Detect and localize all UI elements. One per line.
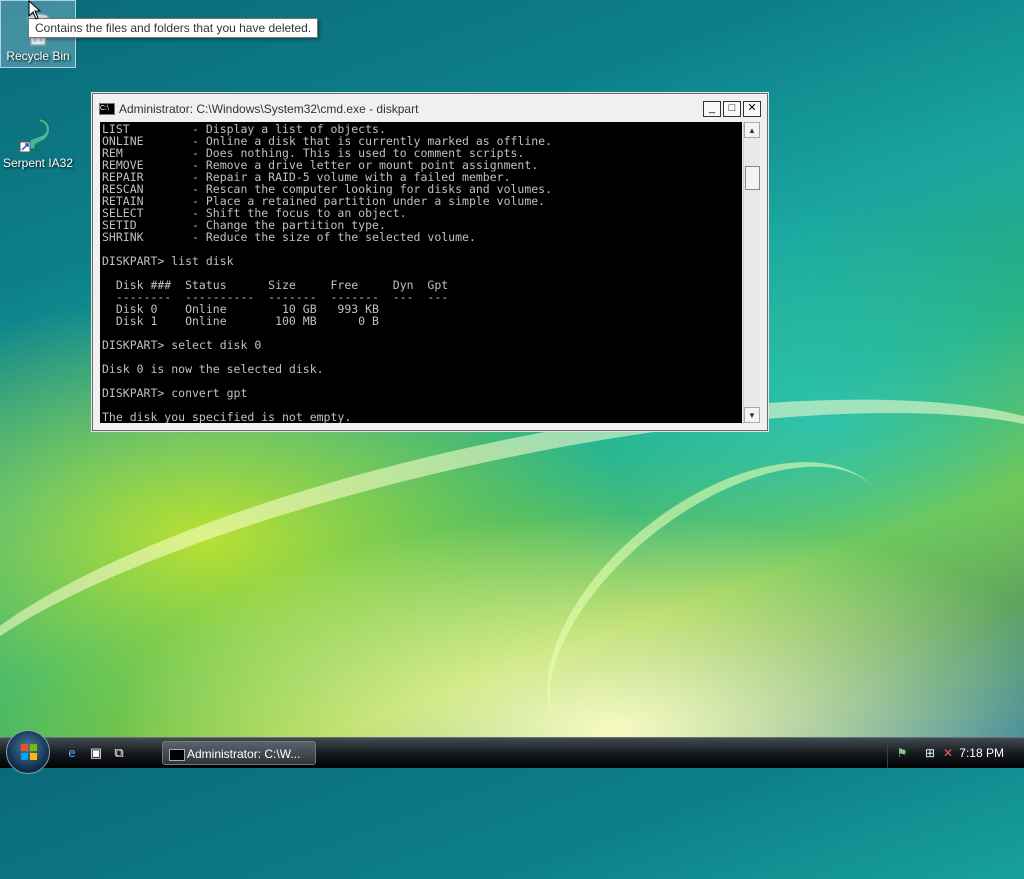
console-output[interactable]: LIST - Display a list of objects. ONLINE… <box>100 122 742 423</box>
taskbar-button-cmd[interactable]: Administrator: C:\W... <box>162 741 316 765</box>
taskbar: e ▣ ⧉ Administrator: C:\W... ⚑ ⊞ ✕ 7:18 … <box>0 730 1024 774</box>
serpent-dragon-icon <box>18 114 58 154</box>
network-icon[interactable]: ⚑ <box>894 745 910 761</box>
switch-windows-icon[interactable]: ⧉ <box>111 745 127 761</box>
cmd-titlebar[interactable]: C:\ Administrator: C:\Windows\System32\c… <box>93 94 767 124</box>
desktop-icon-label: Serpent IA32 <box>2 156 74 170</box>
show-desktop-icon[interactable]: ▣ <box>88 745 104 761</box>
system-tray: ⚑ ⊞ ✕ 7:18 PM <box>887 738 1024 768</box>
clock[interactable]: 7:18 PM <box>959 746 1004 760</box>
maximize-button[interactable]: □ <box>723 101 741 117</box>
scroll-down-arrow-icon[interactable]: ▼ <box>744 407 760 423</box>
tooltip: Contains the files and folders that you … <box>28 18 319 38</box>
start-button[interactable] <box>6 730 50 774</box>
scrollbar-thumb[interactable] <box>745 166 760 190</box>
volume-muted-icon[interactable]: ✕ <box>940 745 956 761</box>
close-button[interactable]: ✕ <box>743 101 761 117</box>
internet-explorer-icon[interactable]: e <box>64 745 80 761</box>
windows-logo-icon <box>21 744 37 760</box>
cmd-icon: C:\ <box>99 103 115 115</box>
scroll-up-arrow-icon[interactable]: ▲ <box>744 122 760 138</box>
mouse-cursor-icon <box>28 0 42 20</box>
taskbar-button-label: Administrator: C:\W... <box>187 747 301 761</box>
network-status-icon[interactable]: ⊞ <box>922 745 938 761</box>
vertical-scrollbar[interactable]: ▲ ▼ <box>743 122 760 423</box>
desktop-icon-serpent[interactable]: Serpent IA32 <box>0 108 76 170</box>
console-text: LIST - Display a list of objects. ONLINE… <box>102 122 553 423</box>
cmd-icon <box>169 749 185 761</box>
minimize-button[interactable]: _ <box>703 101 721 117</box>
window-title: Administrator: C:\Windows\System32\cmd.e… <box>119 102 419 116</box>
desktop-icon-label: Recycle Bin <box>6 49 70 63</box>
cmd-window[interactable]: C:\ Administrator: C:\Windows\System32\c… <box>92 93 768 431</box>
